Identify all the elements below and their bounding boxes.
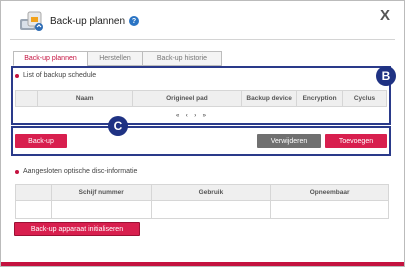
help-icon[interactable]: ? bbox=[129, 16, 140, 26]
table-cell bbox=[50, 200, 152, 219]
column-header-recordable: Opneembaar bbox=[270, 184, 389, 201]
table-cell bbox=[15, 200, 52, 219]
initialize-backup-device-button[interactable]: Back-up apparaat initialiseren bbox=[14, 222, 140, 236]
accent-bar bbox=[1, 262, 404, 266]
annotation-badge-c: C bbox=[108, 116, 128, 136]
table-cell bbox=[270, 200, 389, 219]
select-column-header bbox=[15, 184, 52, 201]
close-button[interactable]: X bbox=[380, 7, 390, 24]
dialog-header: Back-up plannen ? bbox=[19, 7, 140, 35]
backup-app-icon bbox=[19, 9, 45, 33]
tab-backup-plan[interactable]: Back-up plannen bbox=[13, 51, 88, 66]
bullet-icon bbox=[15, 169, 19, 174]
tab-restore[interactable]: Herstellen bbox=[87, 51, 143, 66]
table-cell bbox=[150, 200, 272, 219]
tab-backup-history[interactable]: Back-up historie bbox=[142, 51, 222, 66]
backup-dialog: Back-up plannen ? X Back-up plannen Hers… bbox=[0, 0, 405, 267]
annotation-box-c bbox=[11, 126, 391, 156]
optical-section-label: Aangesloten optische disc-informatie bbox=[23, 168, 138, 175]
header-divider bbox=[10, 39, 395, 40]
table-row bbox=[15, 200, 389, 219]
annotation-badge-b: B bbox=[376, 66, 396, 86]
column-header-disc-number: Schijf nummer bbox=[50, 184, 152, 201]
optical-section-title: Aangesloten optische disc-informatie bbox=[15, 168, 137, 175]
optical-header-row: Schijf nummer Gebruik Opneembaar bbox=[15, 184, 389, 201]
annotation-box-b bbox=[11, 66, 391, 125]
tab-bar: Back-up plannen Herstellen Back-up histo… bbox=[13, 51, 222, 66]
dialog-title: Back-up plannen bbox=[50, 15, 126, 27]
optical-disc-table: Schijf nummer Gebruik Opneembaar bbox=[15, 184, 389, 219]
column-header-usage: Gebruik bbox=[150, 184, 272, 201]
